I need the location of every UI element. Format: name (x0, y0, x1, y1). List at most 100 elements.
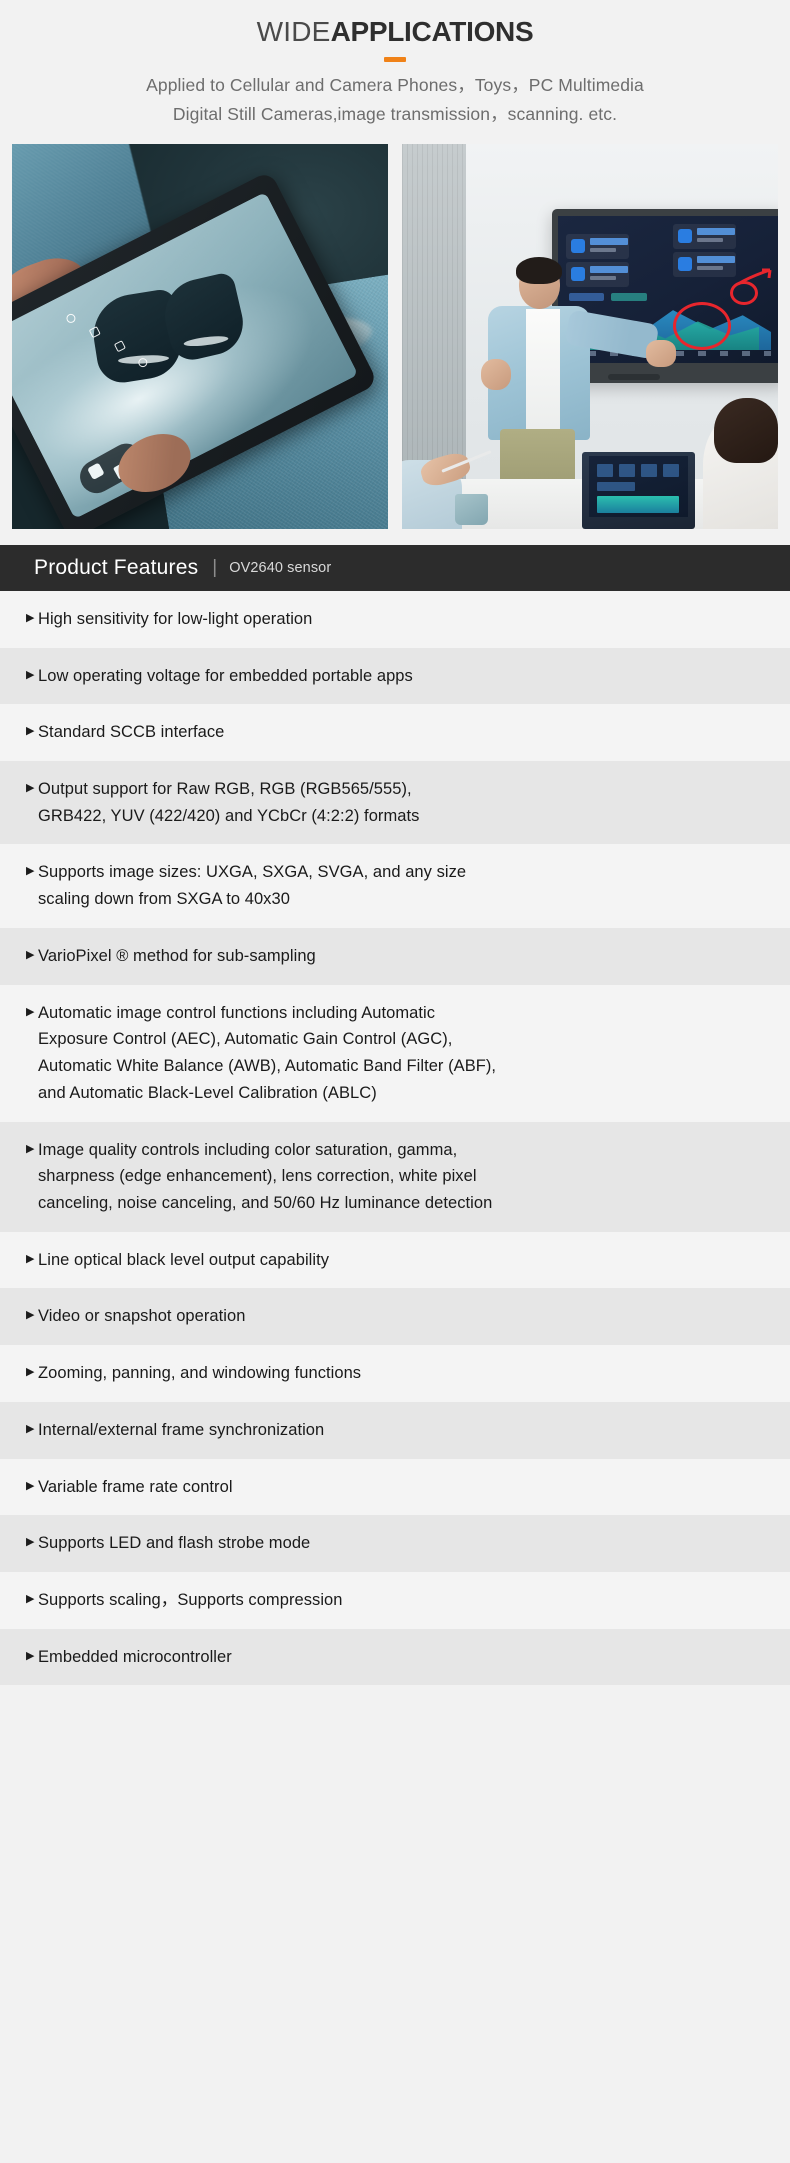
presenter-hand-gesture (480, 359, 512, 391)
feature-text: Line optical black level output capabili… (38, 1250, 330, 1269)
features-separator: | (212, 556, 218, 578)
laptop (582, 451, 696, 529)
photo-gallery (0, 143, 790, 529)
metric-value-4 (697, 255, 736, 263)
metric-label-1 (590, 247, 617, 252)
feature-row: ▶ Image quality controls including color … (0, 1121, 790, 1232)
feature-text: Zooming, panning, and windowing function… (38, 1364, 362, 1383)
metric-label-2 (697, 237, 724, 242)
feature-row: ▶ Variable frame rate control (0, 1458, 790, 1516)
feature-text: Standard SCCB interface (38, 723, 225, 742)
laptop-tile-3 (640, 463, 657, 477)
laptop-chart (597, 496, 679, 513)
feature-row: ▶ Low operating voltage for embedded port… (0, 647, 790, 705)
feature-text: Internal/external frame synchronization (38, 1420, 325, 1439)
chart-icon (678, 228, 693, 243)
triangle-bullet-icon: ▶ (26, 1592, 35, 1605)
photo-smartphone-camera (12, 143, 388, 529)
features-heading: Product Features (34, 555, 199, 579)
triangle-bullet-icon: ▶ (26, 1536, 35, 1549)
page-title-light: WIDE (256, 16, 331, 47)
feature-text: Variable frame rate control (38, 1477, 233, 1496)
annotation-circle-large (673, 301, 732, 350)
page-subtitle: Applied to Cellular and Camera Phones，To… (0, 71, 790, 128)
feature-row: ▶ Zooming, panning, and windowing functio… (0, 1345, 790, 1402)
feature-row: ▶ Output support for Raw RGB, RGB (RGB565… (0, 761, 790, 845)
feature-row: ▶ Embedded microcontroller (0, 1628, 790, 1686)
dashboard-card-2 (673, 223, 736, 249)
dashboard-card-1 (566, 233, 629, 259)
laptop-tile-5 (597, 481, 635, 492)
camera-settings-icon (64, 313, 77, 326)
page-title: WIDEAPPLICATIONS (0, 16, 790, 48)
feature-text: Output support for Raw RGB, RGB (RGB565/… (38, 780, 420, 825)
triangle-bullet-icon: ▶ (26, 1479, 35, 1492)
feature-text: Supports LED and flash strobe mode (38, 1534, 311, 1553)
triangle-bullet-icon: ▶ (26, 1005, 35, 1018)
laptop-tile-1 (597, 463, 614, 477)
presenter-hand-pointing (646, 340, 677, 368)
triangle-bullet-icon: ▶ (26, 725, 35, 738)
feature-row: ▶ Supports scaling，Supports compression (0, 1571, 790, 1629)
triangle-bullet-icon: ▶ (26, 782, 35, 795)
photo-smartboard-presentation (402, 143, 778, 529)
document-icon (571, 238, 586, 253)
feature-text: High sensitivity for low-light operation (38, 609, 313, 628)
feature-text: Embedded microcontroller (38, 1647, 232, 1666)
feature-row: ▶ Video or snapshot operation (0, 1288, 790, 1346)
feature-row: ▶ Standard SCCB interface (0, 704, 790, 762)
feature-text: Supports image sizes: UXGA, SXGA, SVGA, … (38, 863, 467, 909)
metric-label-4 (697, 265, 724, 270)
triangle-bullet-icon: ▶ (26, 948, 35, 961)
page-header: WIDEAPPLICATIONS Applied to Cellular and… (0, 0, 790, 128)
feature-list: ▶ High sensitivity for low-light operatio… (0, 590, 790, 1686)
triangle-bullet-icon: ▶ (26, 1422, 35, 1435)
triangle-bullet-icon: ▶ (26, 611, 35, 624)
triangle-bullet-icon: ▶ (26, 1309, 35, 1322)
dashboard-card-3 (566, 261, 629, 287)
metric-label-3 (590, 275, 617, 280)
dashboard-card-4 (673, 251, 736, 277)
feature-text: Image quality controls including color s… (38, 1140, 493, 1212)
feature-row: ▶ Automatic image control functions inclu… (0, 984, 790, 1122)
laptop-tile-4 (662, 463, 679, 477)
laptop-screen (589, 456, 689, 517)
feature-row: ▶ Supports image sizes: UXGA, SXGA, SVGA,… (0, 844, 790, 928)
title-accent-rule (384, 57, 406, 63)
feature-row: ▶ Internal/external frame synchronization (0, 1401, 790, 1459)
triangle-bullet-icon: ▶ (26, 1366, 35, 1379)
metric-value-1 (590, 237, 629, 245)
feature-text: Low operating voltage for embedded porta… (38, 666, 413, 685)
feature-row: ▶ High sensitivity for low-light operatio… (0, 590, 790, 648)
feature-text: VarioPixel ® method for sub-sampling (38, 946, 316, 965)
metric-value-2 (697, 227, 736, 235)
subtitle-line-1: Applied to Cellular and Camera Phones，To… (146, 75, 644, 96)
report-icon (678, 256, 693, 271)
triangle-bullet-icon: ▶ (26, 1649, 35, 1662)
user-icon (571, 266, 586, 281)
feature-row: ▶ VarioPixel ® method for sub-sampling (0, 927, 790, 985)
shutter-button-icon (87, 462, 105, 481)
page-title-bold: APPLICATIONS (330, 16, 534, 47)
presenter-tshirt (526, 309, 560, 429)
feature-row: ▶ Line optical black level output capabil… (0, 1231, 790, 1289)
subtitle-line-2: Digital Still Cameras,image transmission… (172, 103, 618, 124)
feature-text: Video or snapshot operation (38, 1307, 246, 1326)
coffee-cup (454, 494, 489, 526)
triangle-bullet-icon: ▶ (26, 668, 35, 681)
metric-value-3 (590, 265, 629, 273)
product-features-header: Product Features | OV2640 sensor (0, 544, 790, 591)
feature-row: ▶ Supports LED and flash strobe mode (0, 1515, 790, 1572)
feature-text: Supports scaling，Supports compression (38, 1590, 343, 1609)
triangle-bullet-icon: ▶ (26, 1252, 35, 1265)
laptop-tile-2 (619, 463, 635, 477)
smartboard-soundbar (608, 373, 660, 380)
page-root: WIDEAPPLICATIONS Applied to Cellular and… (0, 0, 790, 2163)
presenter-hair (516, 257, 563, 285)
annotation-arrow-icon (737, 268, 772, 286)
triangle-bullet-icon: ▶ (26, 1142, 35, 1155)
attendee-right-hair (714, 398, 778, 464)
feature-text: Automatic image control functions includ… (38, 1003, 497, 1102)
triangle-bullet-icon: ▶ (26, 865, 35, 878)
features-subheading: OV2640 sensor (229, 559, 332, 576)
